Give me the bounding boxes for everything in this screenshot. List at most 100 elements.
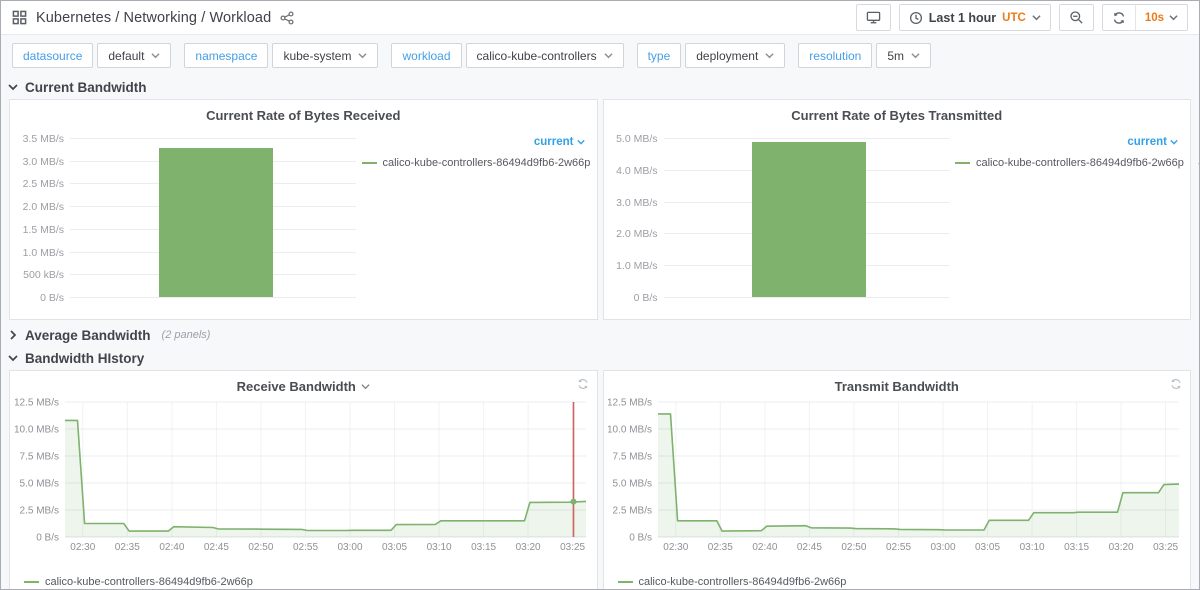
- panel-title[interactable]: Current Rate of Bytes Transmitted: [604, 100, 1191, 124]
- series-point-marker[interactable]: [570, 499, 576, 505]
- y-axis-tick-label: 12.5 MB/s: [15, 398, 59, 409]
- x-axis-tick-label: 03:20: [1109, 542, 1134, 553]
- x-axis-tick-label: 03:10: [426, 542, 451, 553]
- chevron-down-icon: [911, 52, 920, 59]
- series-area-fill: [658, 414, 1179, 537]
- time-picker-button[interactable]: Last 1 hour UTC: [899, 4, 1051, 31]
- panel-refresh-icon[interactable]: [577, 378, 589, 390]
- chevron-down-icon: [1169, 14, 1178, 21]
- row-header-current-bandwidth[interactable]: Current Bandwidth: [1, 76, 1199, 98]
- refresh-interval-dropdown[interactable]: 10s: [1135, 5, 1187, 30]
- x-axis-tick-label: 02:30: [70, 542, 95, 553]
- chevron-down-icon: [1032, 14, 1041, 21]
- row-header-average-bandwidth[interactable]: Average Bandwidth (2 panels): [1, 324, 1199, 346]
- row-header-bandwidth-history[interactable]: Bandwidth HIstory: [1, 347, 1199, 369]
- grid-line: 0 B/s: [664, 297, 950, 298]
- variable-value-dropdown[interactable]: default: [97, 43, 171, 68]
- panel-title[interactable]: Current Rate of Bytes Received: [10, 100, 597, 124]
- timeseries-chart-receive[interactable]: 0 B/s2.5 MB/s5.0 MB/s7.5 MB/s10.0 MB/s12…: [15, 397, 592, 555]
- time-range-label: Last 1 hour: [929, 11, 996, 25]
- panel-title[interactable]: Receive Bandwidth: [10, 371, 597, 395]
- legend-sort-current[interactable]: current: [362, 136, 585, 148]
- x-axis-tick-label: 03:00: [337, 542, 362, 553]
- clock-icon: [909, 11, 923, 25]
- bar-chart-transmitted[interactable]: 5.0 MB/s4.0 MB/s3.0 MB/s2.0 MB/s1.0 MB/s…: [664, 138, 950, 297]
- chevron-right-icon: [8, 330, 18, 340]
- bar-chart-received[interactable]: 3.5 MB/s3.0 MB/s2.5 MB/s2.0 MB/s1.5 MB/s…: [70, 138, 356, 297]
- y-axis-tick-label: 1.0 MB/s: [606, 260, 658, 272]
- y-axis-tick-label: 2.0 MB/s: [606, 228, 658, 240]
- variable-label: namespace: [184, 43, 268, 68]
- y-axis-tick-label: 3.0 MB/s: [12, 156, 64, 168]
- y-axis-tick-label: 0 B/s: [36, 533, 59, 544]
- variable-value-dropdown[interactable]: kube-system: [272, 43, 378, 68]
- y-axis-tick-label: 0 B/s: [629, 533, 652, 544]
- tv-mode-button[interactable]: [856, 4, 891, 31]
- variable-value-dropdown[interactable]: 5m: [876, 43, 931, 68]
- y-axis-tick-label: 0 B/s: [606, 292, 658, 304]
- series-color-dash: [955, 162, 970, 164]
- series-color-dash: [618, 581, 633, 583]
- x-axis-tick-label: 03:05: [382, 542, 407, 553]
- variable-label: datasource: [12, 43, 93, 68]
- variable-namespace: namespacekube-system: [184, 43, 378, 68]
- x-axis-tick-label: 02:40: [753, 542, 778, 553]
- grafana-dashboard: Kubernetes / Networking / Workload: [0, 0, 1200, 590]
- variable-value-text: calico-kube-controllers: [477, 49, 597, 63]
- y-axis-tick-label: 3.0 MB/s: [606, 197, 658, 209]
- chevron-down-icon: [8, 353, 18, 363]
- chevron-down-icon: [151, 52, 160, 59]
- grid-line: 5.0 MB/s: [664, 138, 950, 139]
- variable-resolution: resolution5m: [798, 43, 931, 68]
- series-line[interactable]: [65, 420, 586, 531]
- dashboard-grid-icon[interactable]: [12, 10, 27, 25]
- series-current-value: 4.89 MB/s: [1190, 157, 1200, 169]
- series-name[interactable]: calico-kube-controllers-86494d9fb6-2w66p: [639, 576, 847, 588]
- y-axis-tick-label: 5.0 MB/s: [613, 479, 652, 490]
- bar-series[interactable]: [159, 148, 273, 297]
- refresh-icon: [1112, 11, 1126, 25]
- variable-type: typedeployment: [637, 43, 786, 68]
- panel-refresh-icon[interactable]: [1170, 378, 1182, 390]
- y-axis-tick-label: 2.5 MB/s: [613, 506, 652, 517]
- x-axis-tick-label: 02:40: [159, 542, 184, 553]
- variable-value-dropdown[interactable]: calico-kube-controllers: [466, 43, 624, 68]
- variable-workload: workload calico-kube-controllers: [391, 43, 623, 68]
- chevron-down-icon: [361, 383, 370, 390]
- series-name[interactable]: calico-kube-controllers-86494d9fb6-2w66p: [383, 157, 591, 169]
- timezone-label: UTC: [1002, 12, 1026, 24]
- refresh-button[interactable]: [1103, 5, 1135, 30]
- bar-series[interactable]: [752, 142, 866, 298]
- legend: current calico-kube-controllers-86494d9f…: [955, 124, 1190, 313]
- variable-value-dropdown[interactable]: deployment: [685, 43, 785, 68]
- x-axis-tick-label: 03:15: [471, 542, 496, 553]
- series-name[interactable]: calico-kube-controllers-86494d9fb6-2w66p: [976, 157, 1184, 169]
- bandwidth-history-panels: Receive Bandwidth 0 B/s 2.5 MB/s 5.0 MB/s 7…: [1, 370, 1199, 590]
- row-title: Current Bandwidth: [25, 80, 147, 95]
- y-axis-tick-label: 10.0 MB/s: [608, 425, 652, 436]
- legend-row: calico-kube-controllers-86494d9fb6-2w66p…: [955, 157, 1178, 169]
- x-axis-tick-label: 02:55: [293, 542, 318, 553]
- y-axis-tick-label: 10.0 MB/s: [15, 425, 59, 436]
- share-icon[interactable]: [280, 11, 294, 25]
- panel-title[interactable]: Transmit Bandwidth: [604, 371, 1191, 395]
- y-axis-tick-label: 2.0 MB/s: [12, 201, 64, 213]
- variable-label: type: [637, 43, 682, 68]
- y-axis-tick-label: 7.5 MB/s: [19, 452, 58, 463]
- navbar: Kubernetes / Networking / Workload: [1, 1, 1199, 35]
- variable-value-text: 5m: [887, 49, 904, 63]
- zoom-out-button[interactable]: [1059, 4, 1094, 31]
- variable-datasource: datasourcedefault: [12, 43, 171, 68]
- y-axis-tick-label: 500 kB/s: [12, 269, 64, 281]
- timeseries-chart-transmit[interactable]: 0 B/s2.5 MB/s5.0 MB/s7.5 MB/s10.0 MB/s12…: [608, 397, 1185, 555]
- y-axis-tick-label: 4.0 MB/s: [606, 165, 658, 177]
- variable-label: workload: [391, 43, 461, 68]
- y-axis-tick-label: 2.5 MB/s: [19, 506, 58, 517]
- series-name[interactable]: calico-kube-controllers-86494d9fb6-2w66p: [45, 576, 253, 588]
- x-axis-tick-label: 03:20: [515, 542, 540, 553]
- x-axis-tick-label: 02:35: [708, 542, 733, 553]
- x-axis-tick-label: 02:50: [248, 542, 273, 553]
- x-axis-tick-label: 03:05: [975, 542, 1000, 553]
- legend-sort-current[interactable]: current: [955, 136, 1178, 148]
- x-axis-tick-label: 03:15: [1064, 542, 1089, 553]
